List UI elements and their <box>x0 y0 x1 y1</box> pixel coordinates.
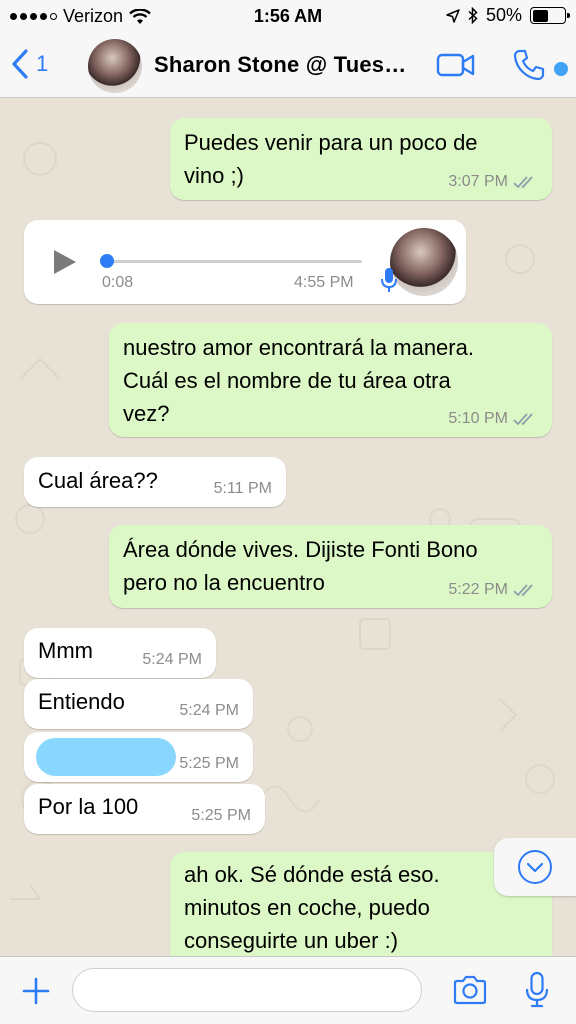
message-text-line: conseguirte un uber :) <box>184 928 399 953</box>
read-receipt-icon <box>513 176 533 189</box>
voice-duration: 0:08 <box>102 274 134 291</box>
sender-avatar <box>390 228 458 296</box>
message-time: 5:25 PM <box>191 807 251 824</box>
bluetooth-icon <box>468 7 478 24</box>
notification-dot <box>554 62 568 76</box>
battery-level <box>532 9 548 22</box>
microphone-icon <box>525 971 549 1008</box>
chevron-left-icon <box>12 49 28 79</box>
message-meta: 5:11 PM <box>214 480 272 498</box>
message-meta: 5:25 PM <box>191 807 251 825</box>
message-incoming[interactable]: Por la 100 5:25 PM <box>24 784 265 834</box>
message-outgoing[interactable]: nuestro amor encontrará la manera. Cuál … <box>109 323 552 437</box>
chat-area[interactable]: Puedes venir para un poco de vino ;) 3:0… <box>0 99 576 956</box>
message-text-line: Puedes venir para un poco de <box>184 130 478 155</box>
message-time: 3:07 PM <box>448 173 508 190</box>
message-incoming[interactable]: Mmm 5:24 PM <box>24 628 216 678</box>
video-call-button[interactable] <box>436 52 476 83</box>
contact-avatar[interactable] <box>88 39 142 93</box>
plus-icon <box>22 977 50 1005</box>
message-outgoing[interactable]: Área dónde vives. Dijiste Fonti Bono per… <box>109 525 552 608</box>
voice-record-button[interactable] <box>524 971 550 1014</box>
video-camera-icon <box>436 53 475 77</box>
status-indicators: 50% <box>446 5 570 26</box>
battery-percentage: 50% <box>485 5 522 25</box>
message-meta: 5:24 PM <box>142 651 202 669</box>
message-meta: 3:07 PM <box>448 173 538 191</box>
message-outgoing[interactable]: Puedes venir para un poco de vino ;) 3:0… <box>170 118 552 200</box>
camera-icon <box>453 975 487 1005</box>
voice-progress-track[interactable] <box>106 260 362 263</box>
camera-button[interactable] <box>452 975 488 1010</box>
voice-call-button[interactable] <box>512 48 546 87</box>
message-text-line: Área dónde vives. Dijiste Fonti Bono <box>123 537 478 562</box>
scroll-to-bottom-button[interactable] <box>494 838 576 896</box>
message-meta: 5:22 PM <box>448 581 538 599</box>
message-time: 5:24 PM <box>179 702 239 719</box>
play-icon[interactable] <box>50 248 78 276</box>
redaction-overlay <box>36 738 176 776</box>
message-meta: 5:25 PM <box>179 755 239 773</box>
message-input[interactable] <box>72 968 422 1012</box>
message-time: 4:55 PM <box>294 274 354 291</box>
message-composer <box>0 956 576 1024</box>
message-text-line: minutos en coche, puedo <box>184 895 430 920</box>
message-incoming[interactable]: 5:25 PM <box>24 732 253 782</box>
back-button[interactable]: 1 <box>10 48 48 80</box>
message-meta: 5:24 PM <box>179 702 239 720</box>
read-receipt-icon <box>513 584 533 597</box>
voice-message[interactable]: 0:08 4:55 PM <box>24 220 466 304</box>
microphone-icon <box>381 268 397 292</box>
battery-icon <box>530 7 570 24</box>
message-time: 5:11 PM <box>213 480 272 497</box>
message-text-line: ah ok. Sé dónde está eso. <box>184 862 440 887</box>
status-bar: Verizon 1:56 AM 50% <box>0 0 576 34</box>
message-time: 5:25 PM <box>179 755 239 772</box>
chevron-down-icon <box>518 850 552 884</box>
message-time: 5:24 PM <box>142 651 202 668</box>
location-arrow-icon <box>446 8 460 23</box>
chat-title[interactable]: Sharon Stone @ Tues… <box>154 52 406 78</box>
message-incoming[interactable]: Entiendo 5:24 PM <box>24 679 253 729</box>
chat-header: 1 Sharon Stone @ Tues… <box>0 34 576 98</box>
message-meta: 5:10 PM <box>448 410 538 428</box>
unread-count: 1 <box>36 51 49 76</box>
read-receipt-icon <box>513 413 533 426</box>
voice-progress-handle[interactable] <box>100 254 114 268</box>
attach-button[interactable] <box>20 975 52 1012</box>
phone-icon <box>513 49 545 81</box>
message-text-line: nuestro amor encontrará la manera. <box>123 335 474 360</box>
message-time: 5:10 PM <box>448 410 508 427</box>
message-incoming[interactable]: Cual área?? 5:11 PM <box>24 457 286 507</box>
message-time: 5:22 PM <box>448 581 508 598</box>
message-text-line: Cuál es el nombre de tu área otra <box>123 368 451 393</box>
